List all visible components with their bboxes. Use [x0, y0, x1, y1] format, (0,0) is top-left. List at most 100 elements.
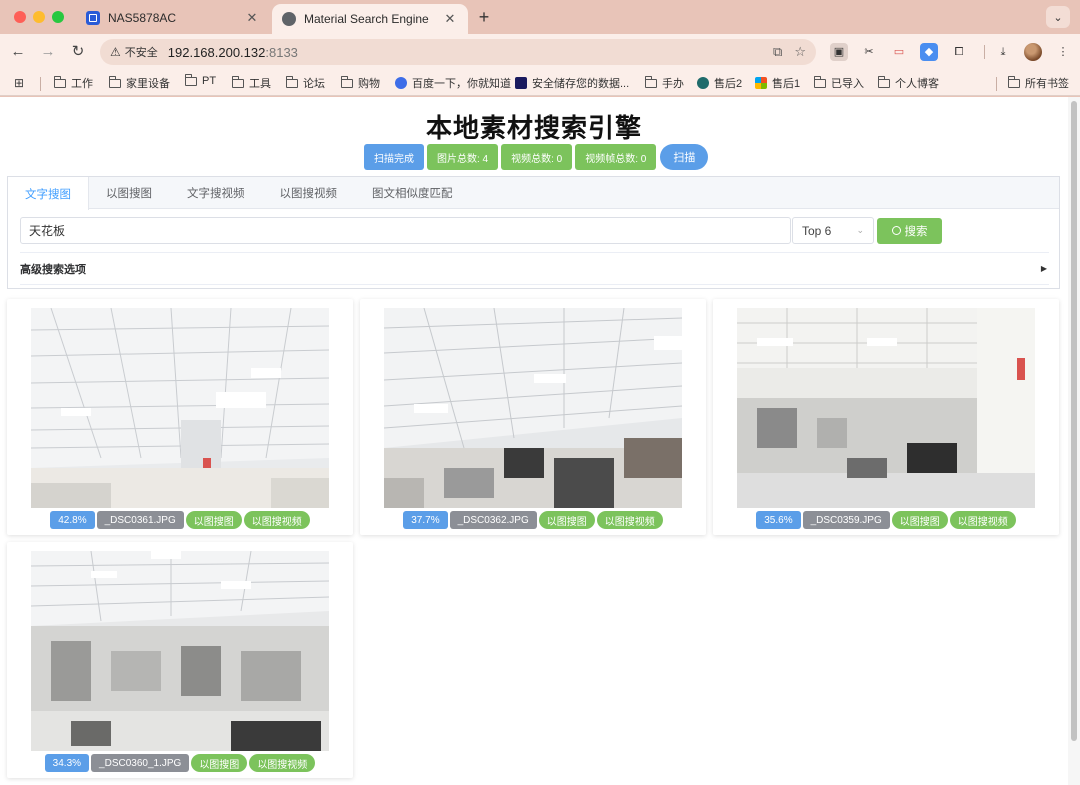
bookmark-star-icon[interactable]: ☆: [794, 44, 806, 60]
result-card: 35.6% _DSC0359.JPG 以图搜图 以图搜视频: [713, 299, 1059, 535]
bookmark-folder-forum[interactable]: 论坛: [286, 75, 325, 91]
caret-right-icon: ▶: [1040, 264, 1047, 273]
folder-icon: [185, 73, 197, 86]
filename-badge: _DSC0362.JPG: [449, 511, 537, 529]
search-by-image-button[interactable]: 以图搜图: [191, 754, 248, 772]
result-thumbnail[interactable]: [31, 308, 329, 508]
filename-badge: _DSC0360_1.JPG: [91, 754, 190, 772]
search-button-label: 搜索: [904, 225, 928, 238]
result-thumbnail[interactable]: [31, 551, 329, 751]
bookmarks-bar: ⊞ 工作 家里设备 PT 工具 论坛 购物 百度一下，你就知道 安全储存您的数据…: [0, 70, 1080, 96]
folder-icon: [814, 75, 826, 88]
bookmark-divider: [996, 77, 997, 91]
close-icon[interactable]: ✕: [244, 10, 260, 26]
bookmark-folder-blog[interactable]: 个人博客: [878, 75, 939, 91]
bookmark-folder-imported[interactable]: 已导入: [814, 75, 864, 91]
forward-arrow-icon[interactable]: →: [38, 42, 58, 62]
extension-blue-icon[interactable]: ◆: [920, 43, 938, 61]
bookmark-folder-work[interactable]: 工作: [54, 75, 93, 91]
profile-avatar[interactable]: [1024, 43, 1042, 61]
maximize-window-button[interactable]: [52, 11, 64, 23]
result-card: 37.7% _DSC0362.JPG 以图搜图 以图搜视频: [360, 299, 706, 535]
extension-tv-icon[interactable]: ▭: [890, 43, 908, 61]
bookmark-folder-shopping[interactable]: 购物: [341, 75, 380, 91]
search-mode-tabs: 文字搜图 以图搜图 文字搜视频 以图搜视频 图文相似度匹配: [8, 177, 1059, 210]
url-host: 192.168.200.132: [167, 44, 266, 60]
result-tags: 37.7% _DSC0362.JPG 以图搜图 以图搜视频: [360, 511, 706, 529]
result-card: 42.8% _DSC0361.JPG 以图搜图 以图搜视频: [7, 299, 353, 535]
bookmark-label: 售后2: [714, 78, 743, 90]
search-button[interactable]: 搜索: [877, 217, 942, 244]
scan-button[interactable]: 扫描: [660, 144, 709, 170]
bookmark-after-sales-1[interactable]: 售后1: [755, 75, 800, 91]
search-video-by-image-button[interactable]: 以图搜视频: [249, 754, 316, 772]
security-indicator[interactable]: ⚠ 不安全: [110, 44, 158, 60]
bookmark-label: 家里设备: [126, 78, 170, 90]
folder-icon: [286, 75, 298, 88]
topk-value: Top 6: [802, 223, 832, 238]
bookmark-folder-all[interactable]: 所有书签: [1008, 75, 1069, 91]
nas-favicon-icon: [86, 11, 100, 25]
download-icon[interactable]: ⤓: [994, 43, 1012, 61]
tab-search-chevron-icon[interactable]: ⌄: [1046, 6, 1070, 28]
tab-text-to-image[interactable]: 文字搜图: [8, 177, 89, 210]
menu-kebab-icon[interactable]: ⋮: [1054, 43, 1072, 61]
bookmark-folder-tools[interactable]: 工具: [232, 75, 271, 91]
scrollbar-thumb[interactable]: [1071, 101, 1077, 741]
search-by-image-button[interactable]: 以图搜图: [538, 511, 595, 529]
address-bar[interactable]: ⚠ 不安全 192.168.200.132:8133 ⧉ ☆: [100, 39, 816, 65]
extension-puzzle-block-icon[interactable]: ▣: [830, 43, 848, 61]
folder-icon: [1008, 75, 1020, 88]
filename-badge: _DSC0361.JPG: [96, 511, 184, 529]
bookmark-baidu[interactable]: 百度一下，你就知道: [395, 75, 511, 91]
bookmark-after-sales-2[interactable]: 售后2: [697, 75, 742, 91]
advanced-options-toggle[interactable]: 高级搜索选项 ▶: [20, 252, 1049, 285]
folder-icon: [878, 75, 890, 88]
tab-image-to-image[interactable]: 以图搜图: [89, 177, 170, 209]
folder-icon: [232, 75, 244, 88]
search-video-by-image-button[interactable]: 以图搜视频: [243, 511, 310, 529]
extension-crop-icon[interactable]: ✂: [860, 43, 878, 61]
browser-tab-nas[interactable]: NAS5878AC ✕: [76, 4, 270, 32]
close-window-button[interactable]: [14, 11, 26, 23]
bookmark-label: 售后1: [772, 78, 801, 90]
search-video-by-image-button[interactable]: 以图搜视频: [596, 511, 663, 529]
bookmark-divider: [40, 77, 41, 91]
bookmark-label: 工作: [71, 78, 93, 90]
topk-select[interactable]: Top 6 ⌄: [792, 217, 874, 244]
search-video-by-image-button[interactable]: 以图搜视频: [949, 511, 1016, 529]
result-thumbnail[interactable]: [737, 308, 1035, 508]
result-thumbnail[interactable]: [384, 308, 682, 508]
frame-count-badge: 视频帧总数: 0: [575, 144, 657, 170]
search-by-image-button[interactable]: 以图搜图: [185, 511, 242, 529]
insecure-label: 不安全: [124, 47, 158, 59]
tab-image-to-video[interactable]: 以图搜视频: [263, 177, 356, 209]
page-scrollbar[interactable]: [1068, 97, 1080, 785]
apps-grid-icon[interactable]: ⊞: [14, 76, 24, 90]
warning-triangle-icon: ⚠: [110, 45, 121, 59]
new-tab-plus-icon[interactable]: +: [474, 7, 494, 28]
back-arrow-icon[interactable]: ←: [8, 42, 28, 62]
page-viewport: 本地素材搜索引擎 扫描完成 图片总数: 4 视频总数: 0 视频帧总数: 0 扫…: [0, 97, 1080, 785]
search-input[interactable]: [20, 217, 791, 244]
bookmark-folder-home-devices[interactable]: 家里设备: [109, 75, 170, 91]
bookmark-secure-storage[interactable]: 安全储存您的数据...: [515, 75, 629, 91]
browser-tab-material-search[interactable]: Material Search Engine ✕: [272, 4, 468, 34]
bookmark-label: 购物: [358, 78, 380, 90]
extensions-puzzle-icon[interactable]: ⧠: [950, 43, 968, 61]
bookmark-folder-pt[interactable]: PT: [185, 73, 216, 87]
translate-icon[interactable]: ⧉: [773, 44, 782, 60]
tab-title: NAS5878AC: [108, 11, 177, 25]
baidu-paw-icon: [395, 77, 407, 89]
minimize-window-button[interactable]: [33, 11, 45, 23]
similarity-score-badge: 34.3%: [44, 754, 90, 772]
video-count-badge: 视频总数: 0: [501, 144, 573, 170]
tab-text-to-video[interactable]: 文字搜视频: [170, 177, 263, 209]
folder-icon: [54, 75, 66, 88]
search-by-image-button[interactable]: 以图搜图: [891, 511, 948, 529]
folder-icon: [645, 75, 657, 88]
tab-text-image-similarity[interactable]: 图文相似度匹配: [355, 177, 471, 209]
bookmark-folder-figures[interactable]: 手办: [645, 75, 684, 91]
close-icon[interactable]: ✕: [442, 11, 458, 27]
reload-icon[interactable]: ↻: [68, 42, 88, 62]
